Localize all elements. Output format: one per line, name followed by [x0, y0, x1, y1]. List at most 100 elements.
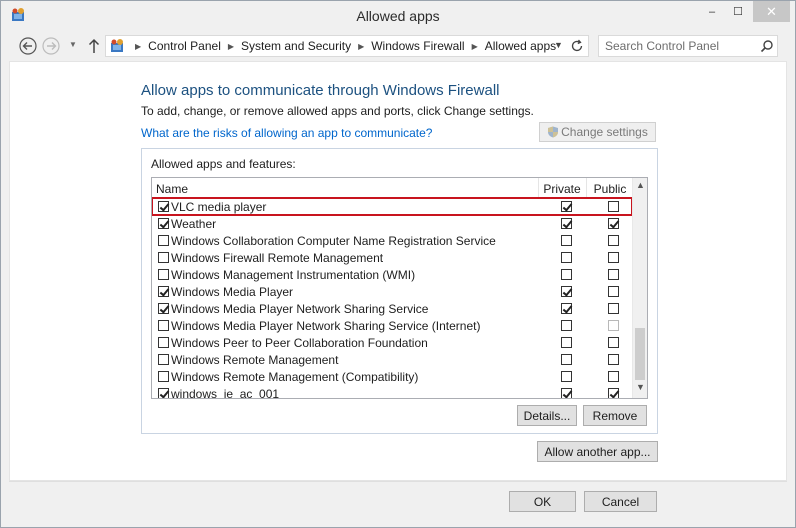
page-title: Allow apps to communicate through Window… [141, 82, 500, 99]
private-checkbox[interactable] [561, 269, 572, 280]
list-item[interactable]: Windows Collaboration Computer Name Regi… [152, 232, 632, 249]
app-enabled-checkbox[interactable] [158, 337, 169, 348]
private-checkbox[interactable] [561, 303, 572, 314]
search-box[interactable] [598, 35, 778, 57]
app-enabled-checkbox[interactable] [158, 252, 169, 263]
app-name: Windows Media Player Network Sharing Ser… [171, 302, 429, 316]
page-description: To add, change, or remove allowed apps a… [141, 104, 534, 118]
public-checkbox[interactable] [608, 320, 619, 331]
breadcrumb-item[interactable]: System and Security [241, 39, 351, 53]
list-item[interactable]: Windows Remote Management [152, 351, 632, 368]
private-checkbox[interactable] [561, 218, 572, 229]
breadcrumb-item[interactable]: Windows Firewall [371, 39, 464, 53]
app-enabled-checkbox[interactable] [158, 388, 169, 398]
breadcrumb: ▶ Control Panel ▶ System and Security ▶ … [128, 39, 556, 53]
list-item[interactable]: Windows Peer to Peer Collaboration Found… [152, 334, 632, 351]
maximize-button[interactable]: ☐ [725, 1, 751, 22]
app-enabled-checkbox[interactable] [158, 269, 169, 280]
breadcrumb-separator-icon[interactable]: ▶ [228, 42, 234, 51]
scroll-thumb[interactable] [635, 328, 645, 380]
public-checkbox[interactable] [608, 252, 619, 263]
private-checkbox[interactable] [561, 235, 572, 246]
private-checkbox[interactable] [561, 337, 572, 348]
app-enabled-checkbox[interactable] [158, 320, 169, 331]
column-divider[interactable] [586, 178, 587, 197]
allow-another-app-button[interactable]: Allow another app... [537, 441, 658, 462]
public-checkbox[interactable] [608, 388, 619, 398]
breadcrumb-item[interactable]: Control Panel [148, 39, 221, 53]
list-item[interactable]: Windows Remote Management (Compatibility… [152, 368, 632, 385]
scroll-up-icon[interactable]: ▲ [633, 180, 647, 194]
public-checkbox[interactable] [608, 286, 619, 297]
allowed-apps-group: Allowed apps and features: Name Private … [141, 148, 658, 434]
public-checkbox[interactable] [608, 218, 619, 229]
refresh-icon[interactable] [570, 39, 584, 53]
app-enabled-checkbox[interactable] [158, 218, 169, 229]
risks-help-link[interactable]: What are the risks of allowing an app to… [141, 126, 432, 140]
search-icon[interactable] [760, 39, 774, 53]
private-checkbox[interactable] [561, 252, 572, 263]
private-checkbox[interactable] [561, 201, 572, 212]
app-enabled-checkbox[interactable] [158, 303, 169, 314]
breadcrumb-separator-icon[interactable]: ▶ [135, 42, 141, 51]
scroll-down-icon[interactable]: ▼ [633, 382, 647, 396]
change-settings-button[interactable]: Change settings [539, 122, 656, 142]
vertical-scrollbar[interactable]: ▲ ▼ [632, 178, 647, 398]
app-enabled-checkbox[interactable] [158, 201, 169, 212]
list-item[interactable]: Windows Media Player [152, 283, 632, 300]
public-checkbox[interactable] [608, 269, 619, 280]
recent-locations-chevron-icon[interactable]: ▼ [69, 40, 77, 49]
control-panel-icon [111, 39, 123, 52]
public-checkbox[interactable] [608, 235, 619, 246]
public-checkbox[interactable] [608, 371, 619, 382]
list-item[interactable]: VLC media player [152, 197, 633, 216]
group-label: Allowed apps and features: [151, 157, 296, 171]
breadcrumb-separator-icon[interactable]: ▶ [358, 42, 364, 51]
public-checkbox[interactable] [608, 201, 619, 212]
list-item[interactable]: Windows Management Instrumentation (WMI) [152, 266, 632, 283]
forward-arrow-icon[interactable] [42, 37, 60, 55]
private-checkbox[interactable] [561, 286, 572, 297]
column-header-public[interactable]: Public [588, 182, 632, 196]
allowed-apps-list[interactable]: Name Private Public VLC media player Weat… [151, 177, 648, 399]
allowed-apps-window: Allowed apps – ☐ ✕ ▼ ▶ Control Panel ▶ S… [0, 0, 796, 528]
app-enabled-checkbox[interactable] [158, 371, 169, 382]
breadcrumb-item[interactable]: Allowed apps [485, 39, 556, 53]
public-checkbox[interactable] [608, 354, 619, 365]
column-header-name[interactable]: Name [156, 182, 188, 196]
up-arrow-icon[interactable] [87, 37, 101, 55]
search-input[interactable] [605, 38, 755, 54]
app-name: Windows Firewall Remote Management [171, 251, 384, 265]
address-bar[interactable]: ▶ Control Panel ▶ System and Security ▶ … [105, 35, 589, 57]
list-item[interactable]: windows_ie_ac_001 [152, 385, 632, 398]
app-name: Windows Collaboration Computer Name Regi… [171, 234, 496, 248]
public-checkbox[interactable] [608, 337, 619, 348]
address-dropdown-chevron-icon[interactable]: ▼ [554, 40, 563, 50]
public-checkbox[interactable] [608, 303, 619, 314]
column-header-private[interactable]: Private [540, 182, 584, 196]
private-checkbox[interactable] [561, 354, 572, 365]
private-checkbox[interactable] [561, 320, 572, 331]
minimize-button[interactable]: – [699, 1, 725, 22]
list-item[interactable]: Windows Firewall Remote Management [152, 249, 632, 266]
list-item[interactable]: Windows Media Player Network Sharing Ser… [152, 300, 632, 317]
breadcrumb-separator-icon[interactable]: ▶ [472, 42, 478, 51]
ok-button[interactable]: OK [509, 491, 576, 512]
remove-button[interactable]: Remove [583, 405, 647, 426]
app-name: Windows Remote Management [171, 353, 339, 367]
app-enabled-checkbox[interactable] [158, 286, 169, 297]
app-rows: VLC media player Weather Windows Collabora… [152, 197, 633, 398]
app-enabled-checkbox[interactable] [158, 235, 169, 246]
list-item[interactable]: Windows Media Player Network Sharing Ser… [152, 317, 632, 334]
back-arrow-icon[interactable] [19, 37, 37, 55]
private-checkbox[interactable] [561, 371, 572, 382]
close-button[interactable]: ✕ [753, 1, 790, 22]
app-name: Weather [171, 217, 217, 231]
list-item[interactable]: Weather [152, 215, 632, 232]
private-checkbox[interactable] [561, 388, 572, 398]
app-name: VLC media player [171, 200, 267, 214]
column-divider[interactable] [538, 178, 539, 197]
details-button[interactable]: Details... [517, 405, 577, 426]
app-enabled-checkbox[interactable] [158, 354, 169, 365]
cancel-button[interactable]: Cancel [584, 491, 657, 512]
